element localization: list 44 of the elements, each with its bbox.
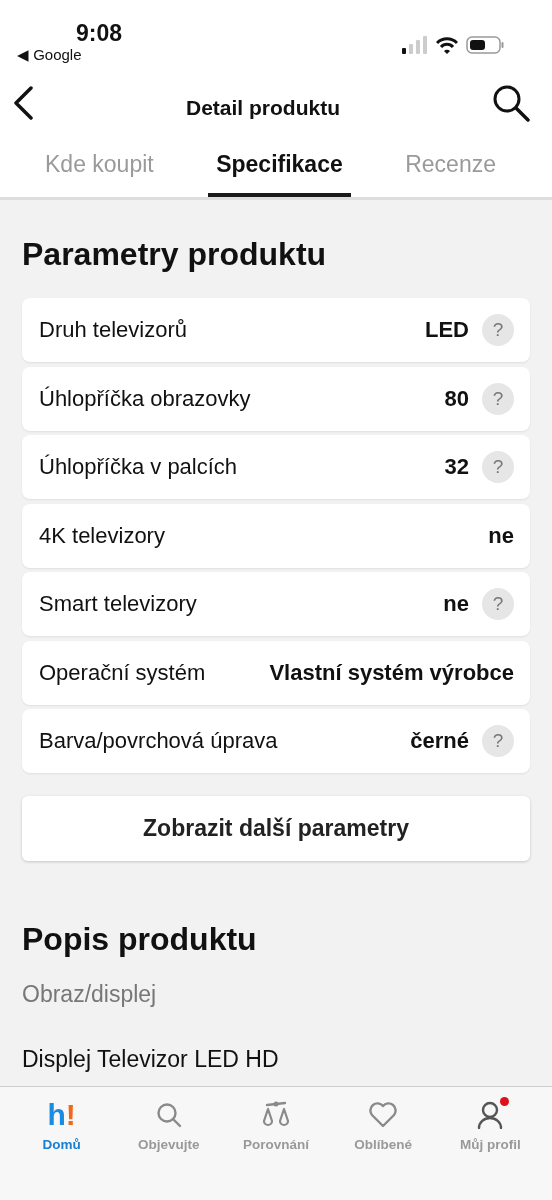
tab[interactable]: Specifikace: [208, 135, 351, 197]
show-more-button[interactable]: Zobrazit další parametry: [22, 796, 530, 861]
signal-icon: [402, 36, 428, 54]
nav-tab[interactable]: Objevujte: [120, 1087, 217, 1200]
scales-icon: [260, 1101, 291, 1129]
nav-tab[interactable]: h! Domů: [13, 1087, 110, 1200]
nav-tab[interactable]: Oblíbené: [335, 1087, 432, 1200]
section-heading: Parametry produktu: [22, 235, 328, 274]
status-time: 9:08: [76, 20, 123, 47]
battery-icon: [466, 36, 504, 54]
parameter-value: černé: [410, 728, 469, 754]
parameter-value: LED: [425, 317, 469, 343]
parameter-name: Úhlopříčka v palcích: [39, 454, 239, 480]
parameter-value: Vlastní systém výrobce: [269, 659, 514, 686]
nav-tab[interactable]: Můj profil: [442, 1087, 539, 1200]
help-button[interactable]: ?: [482, 382, 514, 415]
heart-icon: [368, 1102, 399, 1128]
tab[interactable]: Recenze: [397, 135, 504, 197]
parameter-value: ne: [443, 591, 469, 617]
parameter-name: Operační systém: [39, 659, 207, 686]
help-button[interactable]: ?: [482, 314, 514, 346]
description-subtitle: Obraz/displej: [22, 980, 158, 1009]
page-title: Detail produktu: [186, 95, 340, 120]
parameter-value: 32: [444, 454, 469, 480]
nav-tab[interactable]: Porovnání: [227, 1087, 324, 1200]
search-icon[interactable]: [492, 83, 530, 122]
logo: h!: [47, 1099, 76, 1131]
help-button[interactable]: ?: [482, 588, 514, 620]
parameter-name: 4K televizory: [39, 522, 166, 549]
parameter-name: Barva/povrchová úprava: [39, 728, 279, 754]
parameter-value: ne: [488, 522, 514, 549]
tab[interactable]: Kde koupit: [37, 135, 162, 197]
parameter-name: Smart televizory: [39, 591, 198, 617]
parameter-name: Úhlopříčka obrazovky: [39, 385, 252, 412]
help-button[interactable]: ?: [482, 451, 514, 483]
parameter-value: 80: [444, 385, 469, 412]
search-icon: [155, 1102, 182, 1128]
profile-icon: [477, 1101, 504, 1129]
wifi-icon: [436, 36, 458, 54]
parameter-name: Druh televizorů: [39, 317, 188, 343]
description-text: Displej Televizor LED HD: [22, 1045, 280, 1074]
section-heading: Popis produktu: [22, 920, 258, 959]
back-to-app-link[interactable]: ◀ Google: [17, 46, 82, 64]
help-button[interactable]: ?: [482, 725, 514, 757]
